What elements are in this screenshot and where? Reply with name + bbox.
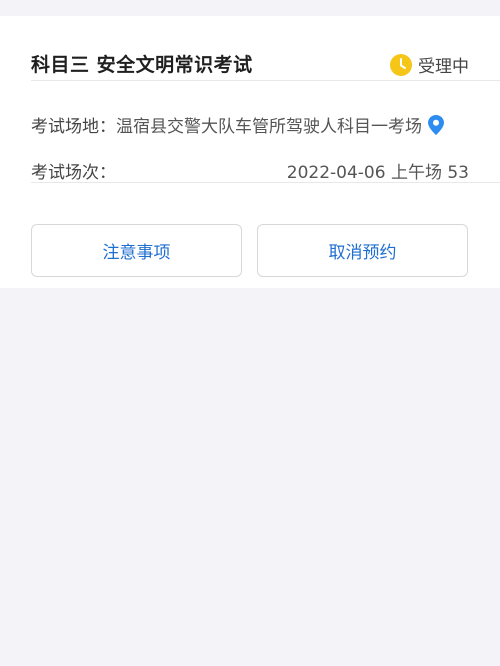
- status-badge: 受理中: [390, 52, 469, 77]
- venue-label: 考试场地：: [31, 117, 116, 137]
- cancel-appointment-button[interactable]: 取消预约: [257, 224, 468, 277]
- status-text: 受理中: [418, 57, 469, 77]
- top-strip: [0, 0, 500, 16]
- exam-card: 科目三 安全文明常识考试 受理中 考试场地： 温宿县交警大队车管所驾驶人科目一考…: [0, 16, 500, 288]
- session-value: 2022-04-06 上午场 53: [286, 163, 469, 183]
- venue-value: 温宿县交警大队车管所驾驶人科目一考场: [116, 117, 422, 137]
- exam-title: 科目三 安全文明常识考试: [31, 54, 253, 76]
- divider-bottom: [31, 182, 500, 183]
- session-label: 考试场次：: [31, 163, 116, 183]
- location-pin-icon[interactable]: [428, 114, 444, 135]
- notice-button[interactable]: 注意事项: [31, 224, 242, 277]
- divider-top: [31, 80, 500, 81]
- venue-row: 考试场地： 温宿县交警大队车管所驾驶人科目一考场: [31, 112, 469, 137]
- clock-icon: [390, 53, 412, 76]
- session-row: 考试场次： 2022-04-06 上午场 53: [31, 158, 469, 183]
